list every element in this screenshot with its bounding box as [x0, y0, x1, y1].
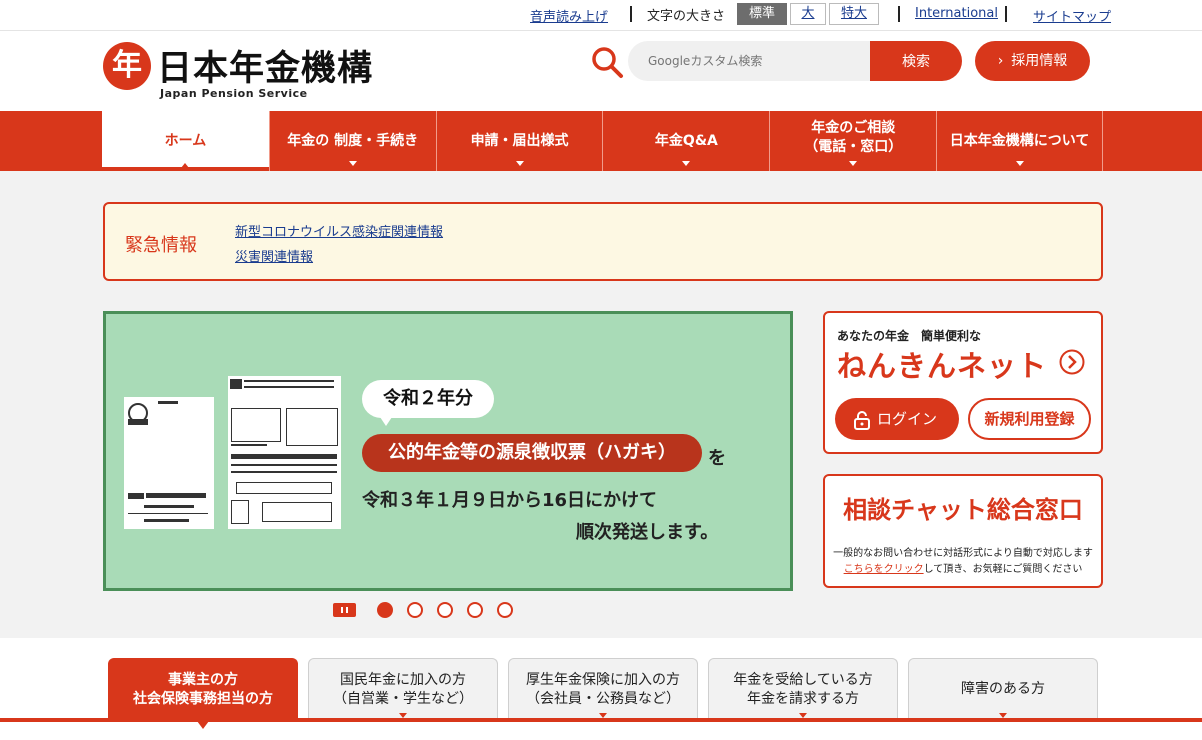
- slide-dot-4[interactable]: [467, 602, 483, 618]
- caret-down-icon: [515, 161, 524, 166]
- banner-line2: 順次発送します。: [576, 522, 719, 543]
- slider-controls: [333, 602, 533, 620]
- tab-label-line2: （会社員・公務員など）: [526, 690, 680, 707]
- slide-dot-3[interactable]: [437, 602, 453, 618]
- font-size-large-button[interactable]: 大: [790, 3, 826, 25]
- nav-label: 申請・届出様式: [470, 132, 569, 149]
- pause-icon[interactable]: [333, 603, 356, 617]
- nenkin-net-subtitle: あなたの年金 簡単便利な: [837, 329, 982, 343]
- emergency-title: 緊急情報: [125, 235, 197, 256]
- tab-label-line1: 年金を受給している方: [733, 671, 873, 688]
- slide-dot-2[interactable]: [407, 602, 423, 618]
- tab-label-line1: 国民年金に加入の方: [340, 671, 466, 688]
- caret-down-icon: [849, 161, 858, 166]
- emergency-link-covid[interactable]: 新型コロナウイルス感染症関連情報: [235, 221, 443, 240]
- sitemap-link[interactable]: サイトマップ: [1033, 6, 1111, 25]
- chat-description: 一般的なお問い合わせに対話形式により自動で対応します: [833, 548, 1093, 559]
- recruit-button[interactable]: › 採用情報: [975, 41, 1090, 81]
- chat-consultation-box[interactable]: 相談チャット総合窓口 一般的なお問い合わせに対話形式により自動で対応します こち…: [823, 474, 1103, 588]
- banner-highlight: 公的年金等の源泉徴収票（ハガキ）: [362, 434, 702, 472]
- chat-description-2: こちらをクリックして頂き、お気軽にご質問ください: [825, 560, 1101, 575]
- nav-label-line1: 年金のご相談: [811, 120, 896, 136]
- font-size-standard-button[interactable]: 標準: [737, 3, 787, 25]
- logo-english-text: Japan Pension Service: [160, 87, 308, 100]
- nav-label: 日本年金機構について: [949, 132, 1090, 149]
- recruit-label: 採用情報: [1011, 53, 1068, 69]
- slide-dot-5[interactable]: [497, 602, 513, 618]
- main-banner[interactable]: 令和２年分 公的年金等の源泉徴収票（ハガキ） を 令和３年１月９日から16日にか…: [103, 311, 793, 591]
- postcard-illustration: [124, 397, 214, 529]
- nav-item-about[interactable]: 日本年金機構について: [936, 111, 1103, 171]
- nav-label: ホーム: [164, 132, 207, 149]
- login-label: ログイン: [876, 410, 937, 428]
- nenkin-net-title[interactable]: ねんきんネット: [837, 343, 1047, 385]
- banner-particle: を: [708, 448, 726, 469]
- tabs-underline: [0, 718, 1202, 722]
- font-size-label: 文字の大きさ: [647, 9, 726, 24]
- tab-label-line2: 社会保険事務担当の方: [133, 690, 273, 707]
- read-aloud-link[interactable]: 音声読み上げ: [530, 6, 608, 25]
- slide-dot-1[interactable]: [377, 602, 393, 618]
- site-logo[interactable]: 年 日本年金機構 Japan Pension Service: [103, 41, 383, 103]
- search-icon: [592, 47, 623, 78]
- nav-item-forms[interactable]: 申請・届出様式: [435, 111, 603, 171]
- international-link[interactable]: International: [915, 6, 998, 21]
- caret-up-icon: [181, 163, 190, 168]
- font-size-xlarge-button[interactable]: 特大: [829, 3, 879, 25]
- chevron-right-icon: ›: [997, 53, 1004, 69]
- nav-label: 年金の 制度・手続き: [287, 132, 419, 149]
- tab-label-line1: 事業主の方: [168, 671, 238, 688]
- logo-japanese-text: 日本年金機構: [157, 48, 374, 89]
- lock-icon: [854, 411, 870, 430]
- caret-down-icon: [682, 161, 691, 166]
- utility-bar: 音声読み上げ 文字の大きさ 標準 大 特大 International サイトマ…: [0, 0, 1202, 31]
- caret-down-icon: [348, 161, 357, 166]
- search-button[interactable]: 検索: [870, 41, 962, 81]
- separator: [1005, 6, 1007, 22]
- chevron-right-icon[interactable]: [1059, 349, 1087, 377]
- search-input[interactable]: [628, 41, 872, 81]
- nenkin-net-box: あなたの年金 簡単便利な ねんきんネット ログイン 新規利用登録: [823, 311, 1103, 454]
- separator: [630, 6, 632, 22]
- tab-label-line2: 年金を請求する方: [747, 690, 859, 707]
- banner-line1: 令和３年１月９日から16日にかけて: [362, 490, 658, 511]
- tab-disabilities[interactable]: 障害のある方: [908, 658, 1098, 720]
- tab-national-pension[interactable]: 国民年金に加入の方 （自営業・学生など）: [308, 658, 498, 720]
- tab-recipients[interactable]: 年金を受給している方 年金を請求する方: [708, 658, 898, 720]
- nav-item-home[interactable]: ホーム: [102, 111, 269, 171]
- chat-title: 相談チャット総合窓口: [843, 496, 1083, 524]
- emergency-link-disaster[interactable]: 災害関連情報: [235, 246, 313, 265]
- tab-label-line2: （自営業・学生など）: [333, 690, 473, 707]
- nav-label: 年金Q&A: [654, 132, 718, 149]
- year-badge: 令和２年分: [362, 380, 494, 426]
- global-nav: ホーム 年金の 制度・手続き 申請・届出様式 年金Q&A 年金のご相談 （電話・…: [0, 111, 1202, 171]
- nav-item-qa[interactable]: 年金Q&A: [602, 111, 769, 171]
- nav-item-system-procedures[interactable]: 年金の 制度・手続き: [268, 111, 436, 171]
- emergency-info: 緊急情報 新型コロナウイルス感染症関連情報 災害関連情報: [103, 202, 1103, 281]
- nav-label-line2: （電話・窓口）: [804, 139, 903, 155]
- login-button[interactable]: ログイン: [835, 398, 959, 440]
- caret-down-icon: [197, 721, 209, 729]
- register-button[interactable]: 新規利用登録: [968, 398, 1091, 440]
- tab-label-line1: 厚生年金保険に加入の方: [526, 671, 680, 688]
- caret-down-icon: [1015, 161, 1024, 166]
- tab-label-line1: 障害のある方: [961, 681, 1045, 697]
- chat-link[interactable]: こちらをクリック: [844, 564, 924, 575]
- form-illustration: [228, 376, 341, 529]
- separator: [898, 6, 900, 22]
- nav-item-consultation[interactable]: 年金のご相談 （電話・窓口）: [769, 111, 936, 171]
- logo-mark-icon: 年: [103, 42, 151, 90]
- chat-description-rest: して頂き、お気軽にご質問ください: [923, 564, 1083, 575]
- tab-employers[interactable]: 事業主の方社会保険事務担当の方: [108, 658, 298, 729]
- tab-employees-pension[interactable]: 厚生年金保険に加入の方 （会社員・公務員など）: [508, 658, 698, 720]
